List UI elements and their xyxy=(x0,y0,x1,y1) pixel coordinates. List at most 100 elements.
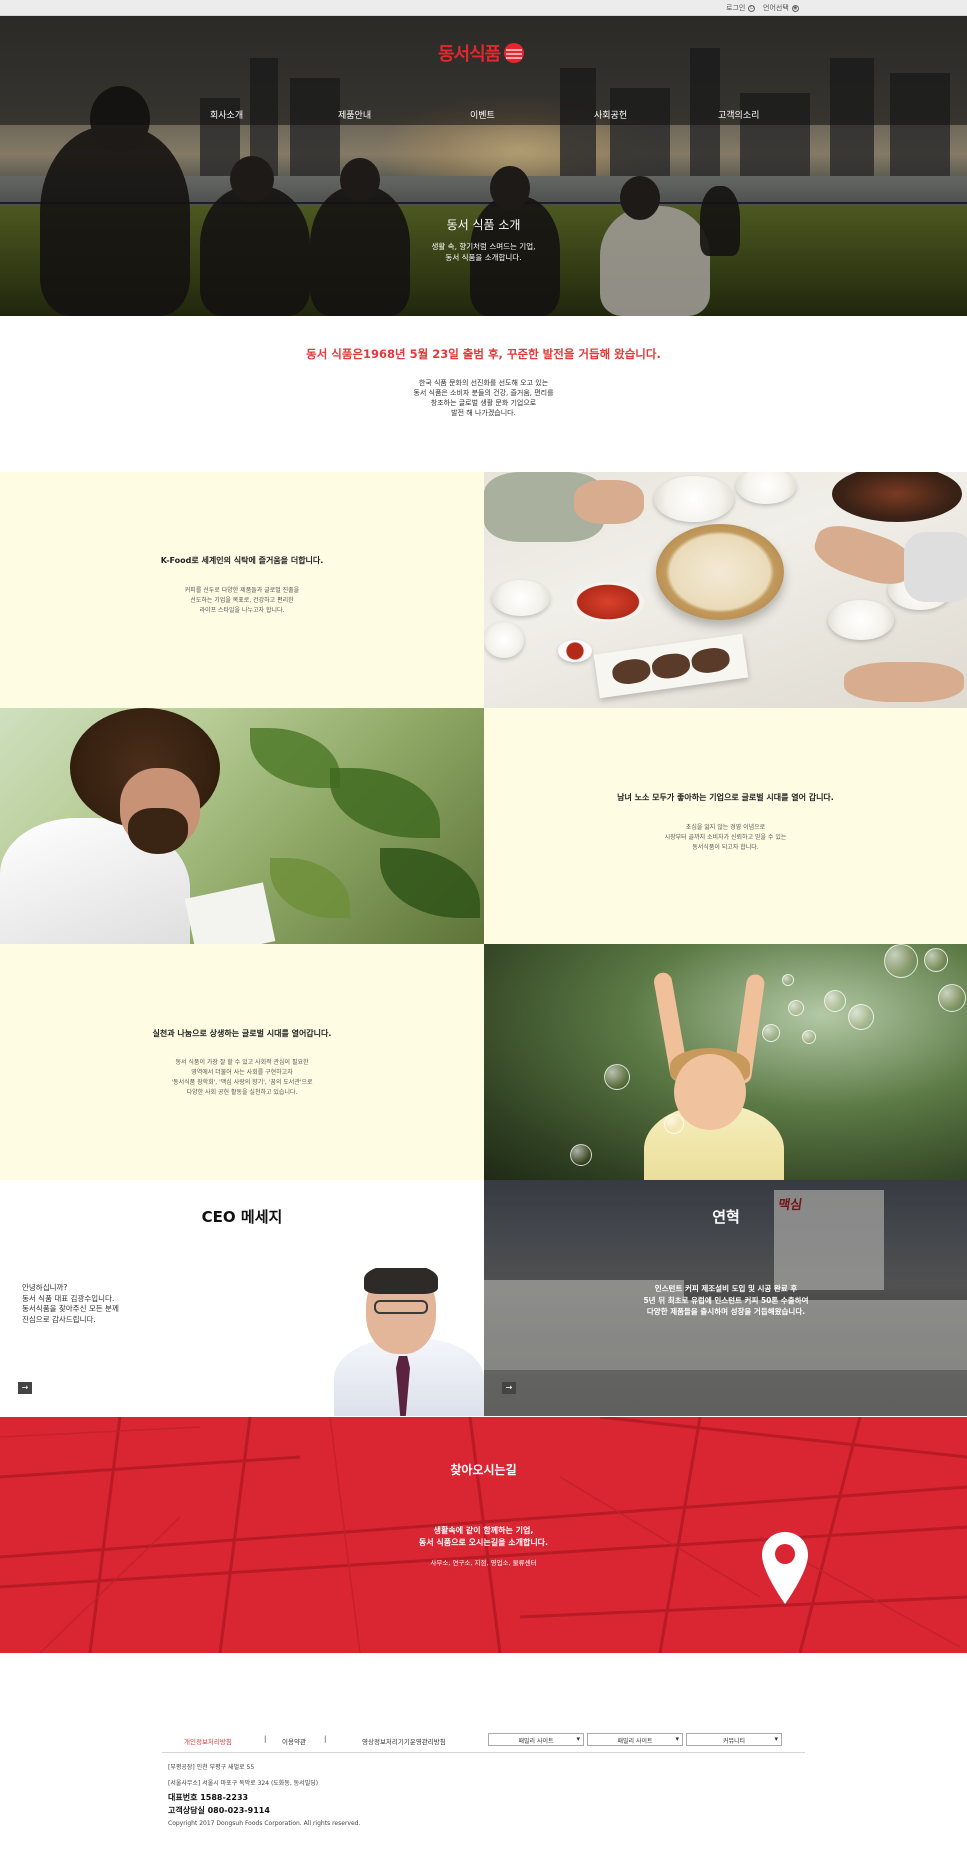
logo-mark-icon xyxy=(504,43,525,63)
nav-item-products[interactable]: 제품안내 xyxy=(338,108,371,121)
intro-body: 한국 식품 문화의 선진화를 선도해 오고 있는 동서 식품은 소비자 분들의 … xyxy=(0,378,967,418)
intro-line: 한국 식품 문화의 선진화를 선도해 오고 있는 xyxy=(418,379,549,387)
hand xyxy=(574,480,644,524)
location-branches: 사무소, 연구소, 지점, 영업소, 물류센터 xyxy=(430,1559,537,1567)
history-line: 인스턴트 커피 제조설비 도입 및 시공 완료 후 xyxy=(654,1284,798,1293)
select-value: 패밀리 사이트 xyxy=(518,1738,554,1745)
child-bubbles-photo xyxy=(484,944,967,1180)
bubble xyxy=(884,944,918,978)
sauce-dish xyxy=(558,640,592,662)
ceo-hair xyxy=(364,1268,438,1294)
privacy-policy-link[interactable]: 개인정보처리방침 xyxy=(184,1736,232,1746)
location-line: 동서 식품으로 오시는길을 소개합니다. xyxy=(418,1537,549,1547)
leaf xyxy=(380,848,480,918)
bubble xyxy=(924,948,948,972)
feature-line: 영역에서 더불어 사는 사회를 구현하고자 xyxy=(191,1069,293,1076)
feature-tile-kfood: K-Food로 세계인의 식탁에 즐거움을 더합니다. 커피를 선두로 다양한 … xyxy=(0,472,484,708)
office-address: [서울사무소] 서울시 마포구 독막로 324 (도화동, 동서빌딩) xyxy=(168,1780,319,1787)
bubble xyxy=(848,1004,874,1030)
family-site-select-2[interactable]: 패밀리 사이트 xyxy=(587,1733,683,1746)
scientist-photo xyxy=(0,708,484,944)
soup-bowl xyxy=(736,472,796,504)
divider: | xyxy=(264,1735,267,1743)
language-label: 언어선택 xyxy=(763,4,789,12)
terms-link[interactable]: 이용약관 xyxy=(282,1736,306,1746)
intro-line: 발전 해 나가겠습니다. xyxy=(451,409,516,417)
bubble xyxy=(762,1024,780,1042)
logo-text: 동서식품 xyxy=(438,44,501,65)
child-face xyxy=(674,1054,746,1130)
hero-section: 동서식품 회사소개 제품안내 이벤트 사회공헌 고객의소리 동서 식품 소개 생… xyxy=(0,16,967,316)
sleeve xyxy=(904,532,967,602)
nav-item-company[interactable]: 회사소개 xyxy=(210,108,243,121)
ceo-tile: CEO 메세지 안녕하십니까? 동서 식품 대표 김광수입니다. 동서식품을 찾… xyxy=(0,1180,484,1416)
feature-tile-sharing: 실천과 나눔으로 상생하는 글로벌 시대를 열어갑니다. 동서 식품이 가장 잘… xyxy=(0,944,484,1180)
feature-line: '동서식품 장학회', '맥심 사랑의 향기', '꿈의 도서관'으로 xyxy=(171,1079,313,1086)
language-select[interactable]: 언어선택 ◉ xyxy=(763,3,799,13)
ceo-line: 동서식품을 찾아주신 모든 분께 xyxy=(22,1304,119,1313)
nav-item-social[interactable]: 사회공헌 xyxy=(594,108,627,121)
ceo-line: 동서 식품 대표 김광수입니다. xyxy=(22,1293,115,1303)
bubble xyxy=(788,1000,804,1016)
hero-desc-1: 생활 속, 향기처럼 스며드는 기업, xyxy=(431,242,536,251)
ceo-title: CEO 메세지 xyxy=(201,1208,283,1226)
glasses xyxy=(374,1300,428,1314)
history-tile: 맥심 연혁 인스턴트 커피 제조설비 도입 및 시공 완료 후 5년 뒤 최초로… xyxy=(484,1180,967,1416)
feature-desc: 초심을 잃지 않는 경영 이념으로 시장부터 골까지 소비자가 신뢰하고 믿을 … xyxy=(484,823,967,853)
community-select[interactable]: 커뮤니티 xyxy=(686,1733,782,1746)
ceo-line: 진심으로 감사드립니다. xyxy=(22,1314,96,1324)
cs-phone: 고객상담실 080-023-9114 xyxy=(168,1806,270,1815)
select-value: 커뮤니티 xyxy=(722,1738,746,1745)
history-more-button[interactable]: → xyxy=(502,1382,516,1394)
ceo-more-button[interactable]: → xyxy=(18,1382,32,1394)
leaf xyxy=(330,768,440,838)
soup-bowl xyxy=(654,476,734,522)
cctv-policy-link[interactable]: 영상정보처리기기운영관리방침 xyxy=(362,1736,446,1746)
globe-icon: ◉ xyxy=(791,4,799,12)
hero-title: 동서 식품 소개 xyxy=(446,218,521,232)
tteokgalbi-plate xyxy=(593,633,749,699)
hero-desc-2: 동서 식품을 소개합니다. xyxy=(445,253,522,262)
footer-divider xyxy=(162,1752,805,1753)
hand xyxy=(809,517,919,593)
intro-line: 창조하는 글로벌 생활 문화 기업으로 xyxy=(430,399,537,407)
food-photo xyxy=(484,472,967,708)
family-site-select-1[interactable]: 패밀리 사이트 xyxy=(488,1733,584,1746)
factory-address: [부평공장] 인천 부평구 새벌로 55 xyxy=(168,1764,255,1771)
location-line: 생활속에 같이 함께하는 기업, xyxy=(433,1526,534,1535)
login-link[interactable]: 로그인 ⏻ xyxy=(726,3,756,13)
leaf xyxy=(270,858,350,918)
brand-logo[interactable]: 동서식품 xyxy=(438,40,525,66)
map-pin-icon xyxy=(762,1532,808,1604)
feature-line: 라이프 스타일을 나누고자 합니다. xyxy=(199,607,285,614)
login-label: 로그인 xyxy=(726,4,746,12)
main-phone: 대표번호 1588-2233 xyxy=(168,1793,249,1802)
copyright: Copyright 2017 Dongsuh Foods Corporation… xyxy=(168,1820,361,1827)
feature-line: 커피를 선두로 다양한 제품들과 글로벌 진출을 xyxy=(184,587,300,594)
divider: | xyxy=(324,1735,327,1743)
hand xyxy=(844,662,964,702)
nav-item-voice[interactable]: 고객의소리 xyxy=(718,108,759,121)
nav-item-events[interactable]: 이벤트 xyxy=(470,108,495,121)
rice-bowl xyxy=(492,580,550,616)
select-value: 패밀리 사이트 xyxy=(617,1738,653,1745)
location-title: 찾아오시는길 xyxy=(450,1463,517,1477)
footer-links: 개인정보처리방침 | 이용약관 | 영상정보처리기기운영관리방침 패밀리 사이트… xyxy=(162,1732,805,1750)
feature-tile-global: 남녀 노소 모두가 좋아하는 기업으로 글로벌 시대를 열어 갑니다. 초심을 … xyxy=(484,708,967,944)
bubble xyxy=(782,974,794,986)
feature-line: 동서식품이 되고자 합니다. xyxy=(692,844,759,851)
dumpling-steamer xyxy=(656,524,784,620)
hotpot xyxy=(832,472,962,522)
bubble xyxy=(938,984,966,1012)
intro-headline: 동서 식품은1968년 5월 23일 출범 후, 꾸준한 발전을 거듭해 왔습니… xyxy=(306,347,661,361)
power-icon: ⏻ xyxy=(748,4,756,12)
leaf xyxy=(250,728,340,788)
bubble xyxy=(802,1030,816,1044)
rice-bowl xyxy=(828,600,894,640)
ceo-message: 안녕하십니까? 동서 식품 대표 김광수입니다. 동서식품을 찾아주신 모든 분… xyxy=(22,1283,119,1325)
ceo-line: 안녕하십니까? xyxy=(22,1283,68,1292)
bubble xyxy=(570,1144,592,1166)
location-section[interactable]: 찾아오시는길 생활속에 같이 함께하는 기업, 동서 식품으로 오시는길을 소개… xyxy=(0,1417,967,1653)
intro-section: 동서 식품은1968년 5월 23일 출범 후, 꾸준한 발전을 거듭해 왔습니… xyxy=(0,316,967,472)
utility-bar: 로그인 ⏻ 언어선택 ◉ xyxy=(0,0,967,16)
